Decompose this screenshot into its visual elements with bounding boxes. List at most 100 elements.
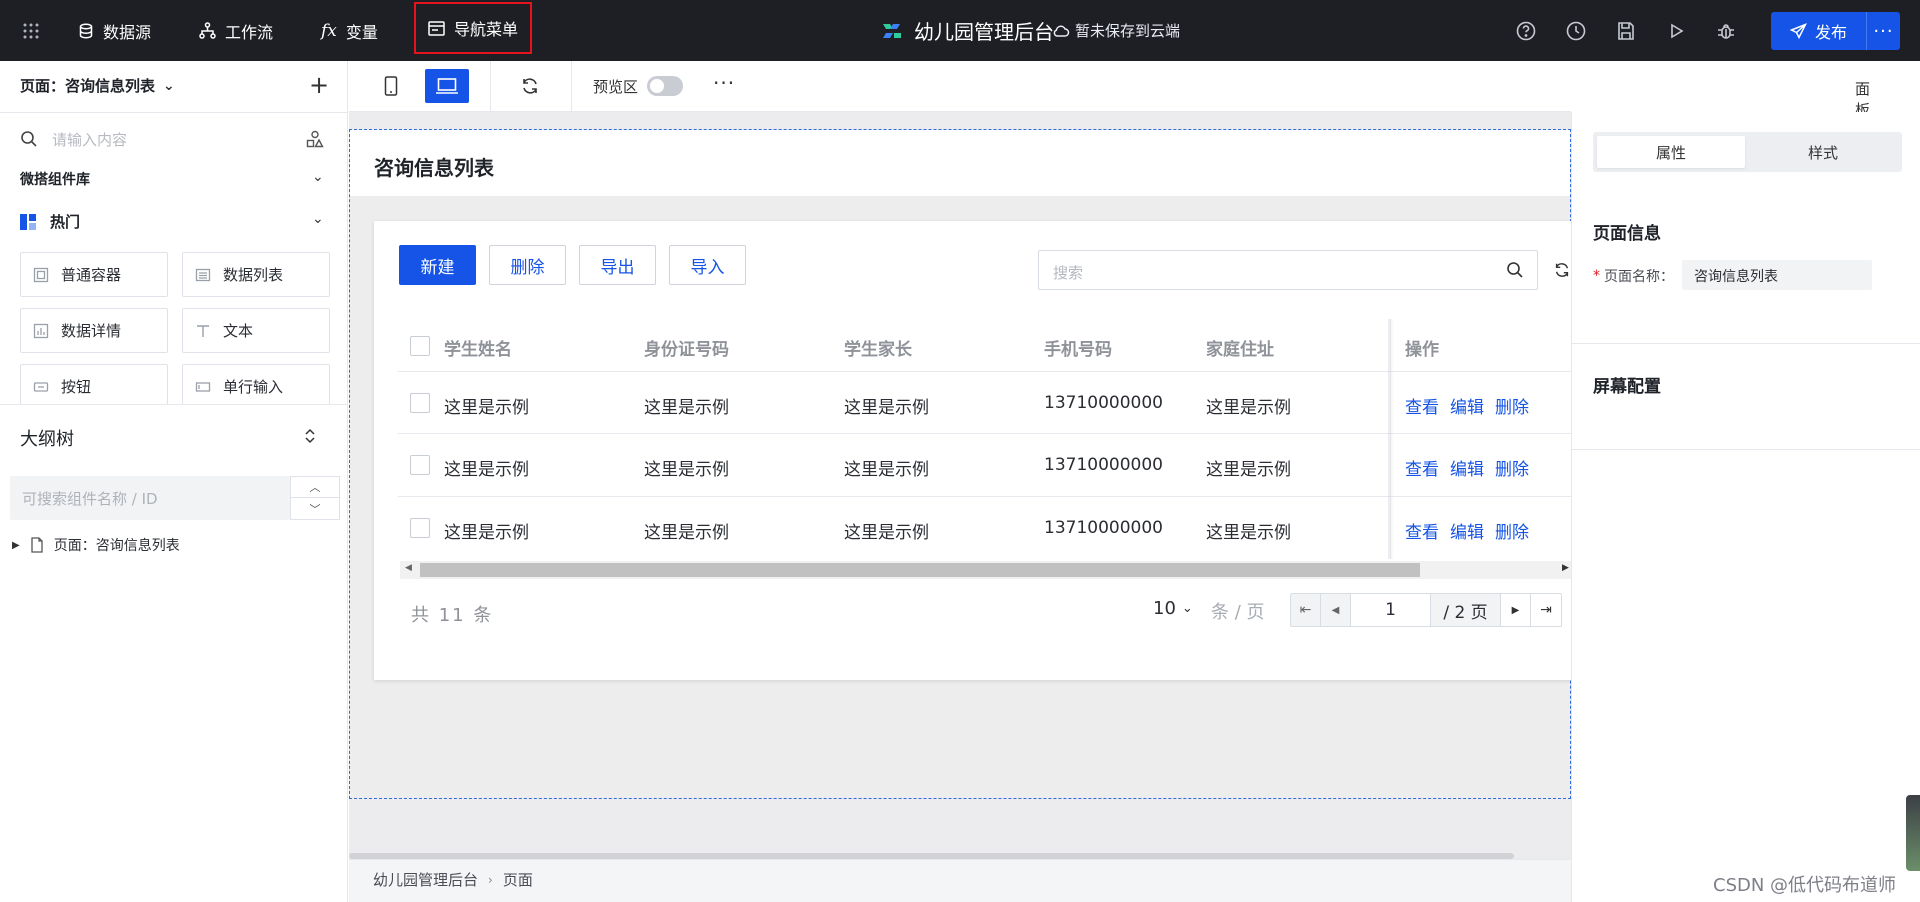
delete-link[interactable]: 删除 — [1495, 393, 1529, 418]
new-button[interactable]: 新建 — [399, 245, 476, 285]
edit-link[interactable]: 编辑 — [1450, 455, 1484, 480]
debug-bug-icon[interactable] — [1715, 20, 1737, 42]
delete-link[interactable]: 删除 — [1495, 518, 1529, 543]
chevron-down-icon[interactable]: ⌄ — [312, 211, 324, 227]
last-page-icon[interactable]: ⇥ — [1531, 594, 1561, 626]
scroll-left-icon[interactable]: ◀ — [405, 563, 412, 573]
component-text[interactable]: 文本 — [182, 308, 330, 353]
caret-right-icon[interactable]: ▶ — [12, 540, 20, 551]
column-header[interactable]: 身份证号码 — [644, 335, 729, 360]
page-selector[interactable]: 页面：咨询信息列表 ⌄ — [20, 75, 175, 96]
component-data-detail[interactable]: 数据详情 — [20, 308, 168, 353]
column-header[interactable]: 学生姓名 — [444, 335, 512, 360]
variables-menu[interactable]: fx 变量 — [321, 0, 378, 61]
page-number-input[interactable]: 1 — [1351, 594, 1431, 626]
export-button[interactable]: 导出 — [579, 245, 656, 285]
table-cell: 13710000000 — [1044, 455, 1163, 475]
row-checkbox[interactable] — [410, 518, 430, 538]
prev-page-icon[interactable]: ◀ — [1321, 594, 1351, 626]
delete-button[interactable]: 删除 — [489, 245, 566, 285]
delete-link[interactable]: 删除 — [1495, 455, 1529, 480]
workflow-menu[interactable]: 工作流 — [199, 0, 273, 61]
table-cell: 这里是示例 — [444, 523, 529, 543]
variables-label: 变量 — [345, 22, 378, 42]
chevron-down-icon[interactable]: ⌄ — [312, 169, 324, 185]
column-header[interactable]: 家庭住址 — [1206, 335, 1274, 360]
help-icon[interactable] — [1515, 20, 1537, 42]
refresh-button[interactable] — [508, 69, 552, 103]
workflow-icon — [199, 22, 216, 39]
component-label: 普通容器 — [61, 266, 122, 284]
preview-toggle[interactable] — [647, 76, 683, 96]
table-cell: 这里是示例 — [444, 398, 529, 418]
section-screen-config[interactable]: 屏幕配置 — [1593, 372, 1661, 397]
hot-category-label: 热门 — [50, 213, 81, 231]
section-page-info: 页面信息 — [1593, 224, 1661, 244]
datasource-menu[interactable]: 数据源 — [78, 0, 151, 61]
divider — [571, 61, 572, 112]
more-options-icon[interactable]: ··· — [713, 71, 735, 95]
tab-properties[interactable]: 属性 — [1597, 136, 1745, 168]
save-icon[interactable] — [1615, 20, 1637, 42]
chevron-down-icon[interactable]: ﹀ — [291, 498, 339, 519]
search-icon[interactable] — [1506, 261, 1524, 279]
edit-link[interactable]: 编辑 — [1450, 393, 1484, 418]
mobile-view-button[interactable] — [369, 69, 413, 103]
desktop-view-button[interactable] — [425, 69, 469, 103]
breadcrumb-app[interactable]: 幼儿园管理后台 — [373, 869, 478, 890]
select-all-checkbox[interactable] — [410, 336, 430, 356]
scrollbar-thumb[interactable] — [420, 563, 1420, 577]
component-label: 按钮 — [61, 378, 92, 396]
page-header — [350, 130, 1570, 196]
column-header[interactable]: 手机号码 — [1044, 335, 1112, 360]
component-search[interactable]: 请输入内容 — [0, 113, 347, 165]
row-checkbox[interactable] — [410, 393, 430, 413]
container-icon — [33, 267, 49, 282]
component-button[interactable]: 按钮 — [20, 364, 168, 409]
collapse-toggle-icon[interactable] — [303, 427, 317, 445]
table-search-input[interactable]: 搜索 — [1038, 250, 1538, 290]
row-divider — [398, 371, 1572, 372]
breadcrumb-page[interactable]: 页面 — [503, 869, 533, 890]
import-button[interactable]: 导入 — [669, 245, 746, 285]
publish-more-button[interactable]: ··· — [1866, 12, 1900, 50]
scroll-right-icon[interactable]: ▶ — [1562, 563, 1569, 573]
nav-menu-button[interactable]: 导航菜单 — [414, 2, 533, 54]
side-handle[interactable] — [1906, 795, 1920, 871]
mobile-icon — [384, 76, 398, 96]
publish-button[interactable]: 发布 — [1771, 12, 1866, 50]
tab-styles[interactable]: 样式 — [1748, 136, 1898, 168]
table-cell: 这里是示例 — [644, 523, 729, 543]
row-checkbox[interactable] — [410, 455, 430, 475]
outline-search-input[interactable]: 可搜索组件名称 / ID — [10, 476, 290, 520]
component-search-input[interactable]: 请输入内容 — [52, 129, 127, 150]
component-container[interactable]: 普通容器 — [20, 252, 168, 297]
input-icon — [195, 381, 211, 392]
page-name-field[interactable]: 咨询信息列表 — [1682, 260, 1872, 290]
component-data-list[interactable]: 数据列表 — [182, 252, 330, 297]
edit-link[interactable]: 编辑 — [1450, 518, 1484, 543]
apps-grid-icon[interactable] — [22, 22, 40, 40]
window-icon — [428, 20, 445, 36]
chevron-up-icon[interactable]: ︿ — [291, 477, 339, 498]
divider — [1572, 343, 1920, 344]
shapes-icon[interactable] — [306, 130, 324, 148]
view-link[interactable]: 查看 — [1405, 455, 1439, 480]
hot-category[interactable]: 热门 — [20, 211, 80, 232]
view-link[interactable]: 查看 — [1405, 518, 1439, 543]
add-page-button[interactable]: + — [309, 73, 329, 97]
history-icon[interactable] — [1565, 20, 1587, 42]
view-link[interactable]: 查看 — [1405, 393, 1439, 418]
refresh-icon[interactable] — [1553, 261, 1571, 279]
first-page-icon[interactable]: ⇤ — [1291, 594, 1321, 626]
next-page-icon[interactable]: ▶ — [1501, 594, 1531, 626]
page-size-select[interactable]: 10 ⌄ — [1153, 598, 1193, 619]
breadcrumb: 幼儿园管理后台 › 页面 — [373, 869, 533, 890]
divider — [0, 404, 347, 405]
column-header[interactable]: 学生家长 — [844, 335, 912, 360]
fixed-column-shadow — [1388, 319, 1394, 559]
tree-node-page[interactable]: ▶ 页面：咨询信息列表 — [12, 535, 180, 555]
library-title[interactable]: 微搭组件库 — [20, 169, 90, 189]
component-single-input[interactable]: 单行输入 — [182, 364, 330, 409]
play-icon[interactable] — [1665, 20, 1687, 42]
